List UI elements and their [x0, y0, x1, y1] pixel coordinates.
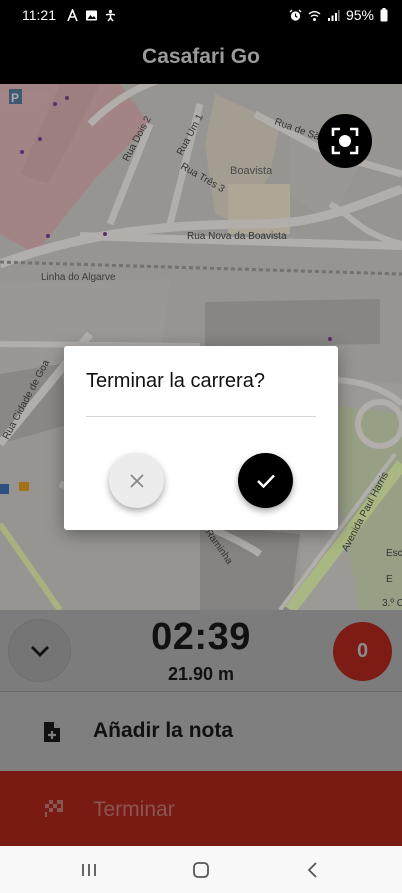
- app-title: Casafari Go: [142, 45, 260, 68]
- signal-icon: [327, 9, 340, 21]
- system-nav-bar: [0, 846, 402, 893]
- finish-button[interactable]: Terminar: [0, 771, 402, 846]
- recent-apps-icon: [82, 864, 96, 876]
- battery-icon: [380, 8, 388, 22]
- home-icon: [193, 862, 209, 878]
- trip-panel: 02:39 21.90 m 0 Añadir la nota Terminar: [0, 610, 402, 846]
- app-bar: Casafari Go: [0, 30, 402, 84]
- battery-percent: 95%: [345, 7, 374, 23]
- dialog-title: Terminar la carrera?: [86, 370, 265, 392]
- checkered-flag-icon: [45, 800, 63, 817]
- accessibility-icon: [105, 9, 116, 21]
- add-note-button[interactable]: Añadir la nota: [0, 693, 402, 771]
- counter-badge[interactable]: 0: [333, 622, 392, 681]
- wifi-icon: [308, 10, 321, 21]
- focus-frame-icon: [331, 127, 359, 155]
- note-add-icon: [44, 722, 60, 742]
- add-note-label: Añadir la nota: [93, 719, 234, 742]
- alarm-icon: [289, 9, 302, 21]
- dialog-divider: [86, 416, 316, 417]
- check-icon: [256, 474, 275, 488]
- confirm-dialog: Terminar la carrera?: [64, 346, 338, 530]
- confirm-button[interactable]: [238, 453, 293, 508]
- home-button[interactable]: [186, 858, 216, 882]
- timer-row: 02:39 21.90 m 0: [0, 610, 402, 692]
- back-icon: [307, 862, 317, 878]
- image-icon: [86, 10, 97, 20]
- close-icon: [129, 473, 144, 488]
- a-icon: [67, 8, 78, 21]
- status-time: 11:21: [22, 7, 56, 23]
- cancel-button[interactable]: [109, 453, 164, 508]
- counter-value: 0: [356, 640, 369, 662]
- recent-apps-button[interactable]: [74, 858, 104, 882]
- finish-label: Terminar: [93, 798, 175, 821]
- status-bar: 11:21 95%: [0, 0, 402, 30]
- back-button[interactable]: [298, 858, 328, 882]
- recenter-button[interactable]: [318, 114, 372, 168]
